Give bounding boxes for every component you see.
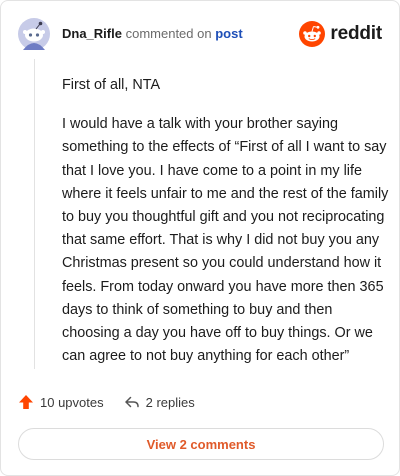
comment-actions: 10 upvotes 2 replies (18, 394, 195, 410)
comment-body: First of all, NTA I would have a talk wi… (62, 74, 389, 384)
avatar[interactable] (18, 18, 50, 50)
reply-icon (124, 396, 139, 408)
comment-paragraph: First of all, NTA (62, 77, 161, 93)
replies-button[interactable]: 2 replies (124, 394, 195, 410)
brand-wordmark: reddit (330, 23, 382, 44)
comment-paragraph: I would have a talk with your brother sa… (62, 116, 389, 365)
view-comments-button[interactable]: View 2 comments (18, 428, 384, 460)
thread-line[interactable] (34, 59, 35, 369)
upvote-button[interactable]: 10 upvotes (18, 394, 104, 410)
comment-card: Dna_Rifle commented on post reddit First… (0, 0, 400, 476)
action-text: commented on (125, 26, 212, 41)
reddit-brand[interactable]: reddit (299, 21, 382, 47)
upvote-count: 10 upvotes (40, 394, 104, 410)
post-link[interactable]: post (215, 26, 242, 41)
snoo-avatar-icon (18, 18, 50, 50)
comment-header: Dna_Rifle commented on post (62, 26, 243, 42)
upvote-arrow-icon (19, 395, 33, 409)
reply-count: 2 replies (145, 394, 195, 410)
reddit-logo-icon (299, 21, 326, 47)
username[interactable]: Dna_Rifle (62, 26, 122, 41)
